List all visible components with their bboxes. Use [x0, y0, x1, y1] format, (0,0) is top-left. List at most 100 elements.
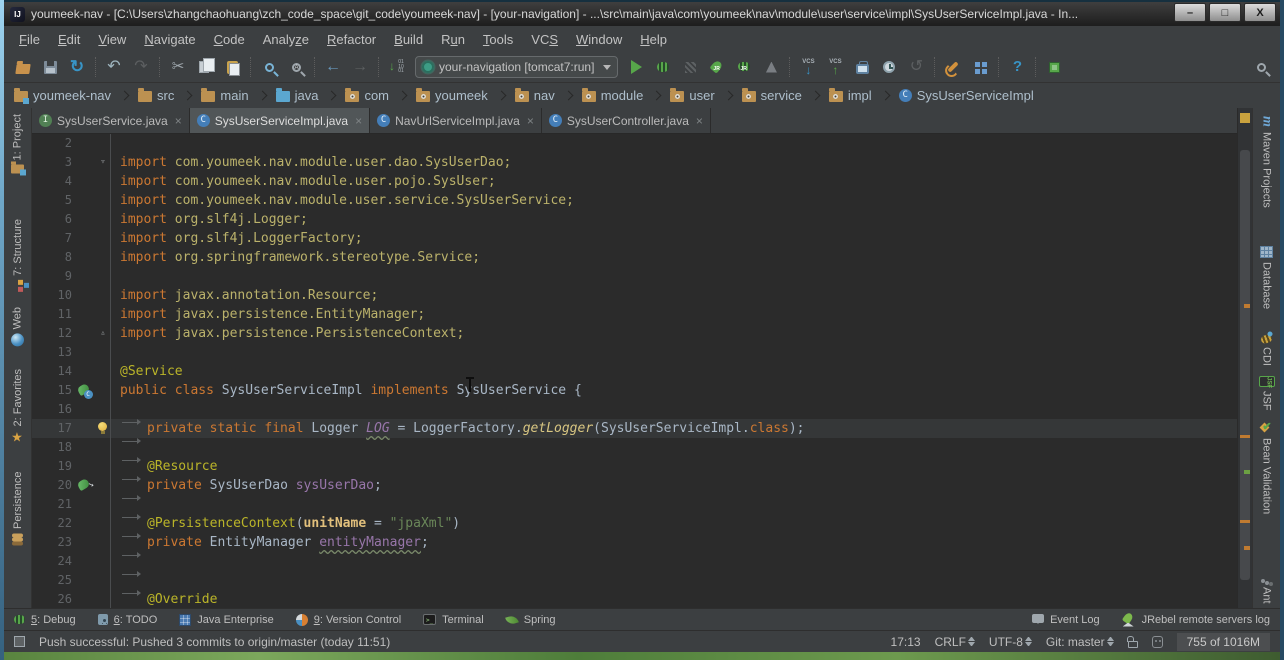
run-with-jrebel-button[interactable] — [704, 55, 730, 79]
warning-tick[interactable] — [1244, 546, 1250, 550]
tool-window-button-java-enterprise[interactable]: Java Enterprise — [179, 613, 274, 626]
intention-bulb-icon[interactable] — [96, 419, 110, 438]
tool-window-button-1-project[interactable]: 1: Project — [11, 114, 24, 174]
menu-item-analyze[interactable]: Analyze — [254, 29, 318, 50]
close-button[interactable] — [1244, 3, 1276, 22]
breadcrumb-item-sysuserserviceimpl[interactable]: SysUserServiceImpl — [897, 86, 1036, 105]
warning-mark[interactable] — [1240, 435, 1250, 438]
tool-window-button-cdi[interactable]: CDI — [1259, 333, 1274, 366]
close-tab-icon[interactable] — [696, 114, 703, 128]
code-line[interactable]: 16 — [32, 400, 1237, 425]
autowire-gutter-icon[interactable] — [72, 476, 96, 495]
caret-position-widget[interactable]: 17:13 — [891, 635, 921, 649]
fold-marker-icon[interactable] — [96, 324, 110, 343]
cut-button[interactable] — [165, 55, 191, 79]
menu-item-window[interactable]: Window — [567, 29, 631, 50]
editor-body[interactable]: 23import com.youmeek.nav.module.user.dao… — [32, 134, 1237, 608]
tool-window-button-terminal[interactable]: Terminal — [423, 614, 484, 626]
open-file-button[interactable] — [10, 55, 36, 79]
breadcrumb-item-java[interactable]: java — [274, 86, 321, 105]
tool-window-button-maven-projects[interactable]: Maven Projects — [1260, 114, 1274, 208]
undo-button[interactable] — [101, 55, 127, 79]
shelve-changes-button[interactable] — [849, 55, 875, 79]
breadcrumb-item-src[interactable]: src — [136, 86, 176, 105]
code-line[interactable]: 21 — [32, 495, 1237, 520]
code-line[interactable]: 26 @Override — [32, 590, 1237, 608]
warning-tick[interactable] — [1244, 304, 1250, 308]
code-line[interactable]: 25 — [32, 571, 1237, 596]
tool-window-button-database[interactable]: Database — [1260, 245, 1273, 309]
close-tab-icon[interactable] — [527, 114, 534, 128]
replace-button[interactable] — [283, 55, 309, 79]
code-line[interactable]: 5 import com.youmeek.nav.module.user.serv… — [32, 191, 1237, 210]
tool-window-button-ant[interactable]: Ant — [1260, 579, 1273, 604]
synchronize-button[interactable] — [64, 55, 90, 79]
minimize-button[interactable] — [1174, 3, 1206, 22]
breadcrumb-item-com[interactable]: com — [343, 86, 391, 105]
breadcrumb-item-youmeek[interactable]: youmeek — [414, 86, 490, 105]
code-line[interactable]: 11 import javax.persistence.EntityManager… — [32, 305, 1237, 324]
debug-button[interactable] — [650, 55, 676, 79]
debug-with-jrebel-button[interactable] — [731, 55, 757, 79]
back-button[interactable] — [320, 55, 346, 79]
menu-item-help[interactable]: Help — [631, 29, 676, 50]
breadcrumb-item-impl[interactable]: impl — [827, 86, 874, 105]
code-line[interactable]: 17 private static final Logger LOG = Logg… — [32, 419, 1237, 444]
tool-window-button-event-log[interactable]: Event Log — [1032, 613, 1100, 627]
coverage-button[interactable] — [677, 55, 703, 79]
settings-button[interactable] — [940, 55, 966, 79]
code-line[interactable]: 10 import javax.annotation.Resource; — [32, 286, 1237, 305]
tool-window-button-spring[interactable]: Spring — [504, 614, 556, 626]
breadcrumb-item-youmeek-nav[interactable]: youmeek-nav — [12, 86, 113, 105]
tool-window-button-bean-validation[interactable]: Bean Validation — [1260, 420, 1274, 514]
breadcrumb-item-nav[interactable]: nav — [513, 86, 557, 105]
copy-button[interactable] — [192, 55, 218, 79]
breadcrumb-item-user[interactable]: user — [668, 86, 716, 105]
project-structure-button[interactable] — [967, 55, 993, 79]
fold-marker-icon[interactable] — [96, 153, 110, 172]
memory-indicator[interactable]: 755 of 1016M — [1176, 632, 1270, 651]
code-line[interactable]: 7 import org.slf4j.LoggerFactory; — [32, 229, 1237, 248]
code-line[interactable]: 3 import com.youmeek.nav.module.user.dao.… — [32, 153, 1237, 172]
breadcrumb-item-service[interactable]: service — [740, 86, 804, 105]
code-line[interactable]: 12 import javax.persistence.PersistenceCo… — [32, 324, 1237, 343]
tool-window-button-jsf[interactable]: JSF — [1258, 375, 1275, 410]
code-line[interactable]: 14 @Service — [32, 362, 1237, 381]
vcs-update-button[interactable] — [795, 55, 821, 79]
menu-item-edit[interactable]: Edit — [49, 29, 89, 50]
tool-window-button-7-structure[interactable]: 7: Structure — [12, 219, 24, 286]
menu-item-file[interactable]: File — [10, 29, 49, 50]
code-line[interactable]: 24 — [32, 552, 1237, 577]
code-line[interactable]: 4 import com.youmeek.nav.module.user.pojo… — [32, 172, 1237, 191]
install-plugin-button[interactable] — [1041, 55, 1067, 79]
find-button[interactable] — [256, 55, 282, 79]
tool-window-button-2-favorites[interactable]: 2: Favorites — [11, 369, 25, 444]
tool-window-button-web[interactable]: Web — [11, 307, 24, 347]
run-button[interactable] — [623, 55, 649, 79]
menu-item-vcs[interactable]: VCS — [522, 29, 567, 50]
editor-tab-sysuserservice-java[interactable]: SysUserService.java — [32, 108, 190, 133]
tool-window-button-5-debug[interactable]: 5: Debug — [14, 614, 76, 626]
close-tab-icon[interactable] — [175, 114, 182, 128]
warning-mark[interactable] — [1240, 520, 1250, 523]
menu-item-refactor[interactable]: Refactor — [318, 29, 385, 50]
tool-window-button-jrebel-remote-servers-log[interactable]: JRebel remote servers log — [1122, 613, 1270, 627]
code-line[interactable]: 23 private EntityManager entityManager; — [32, 533, 1237, 558]
code-line[interactable]: 2 — [32, 134, 1237, 153]
menu-item-view[interactable]: View — [89, 29, 135, 50]
code-line[interactable]: 19 @Resource — [32, 457, 1237, 482]
encoding-widget[interactable]: UTF-8 — [989, 635, 1032, 649]
search-everywhere-button[interactable] — [1248, 55, 1274, 79]
close-tab-icon[interactable] — [355, 114, 362, 128]
help-button[interactable] — [1004, 55, 1030, 79]
code-line[interactable]: 6 import org.slf4j.Logger; — [32, 210, 1237, 229]
code-line[interactable]: 8 import org.springframework.stereotype.S… — [32, 248, 1237, 267]
info-tick[interactable] — [1244, 470, 1250, 474]
code-line[interactable]: 18 — [32, 438, 1237, 463]
update-mapped-servers-button[interactable] — [384, 55, 410, 79]
editor-tab-sysusercontroller-java[interactable]: SysUserController.java — [541, 108, 711, 133]
breadcrumb-item-module[interactable]: module — [580, 86, 646, 105]
tool-window-toggle-icon[interactable] — [14, 636, 25, 647]
forward-button[interactable] — [347, 55, 373, 79]
bean-gutter-icon[interactable] — [72, 381, 96, 400]
